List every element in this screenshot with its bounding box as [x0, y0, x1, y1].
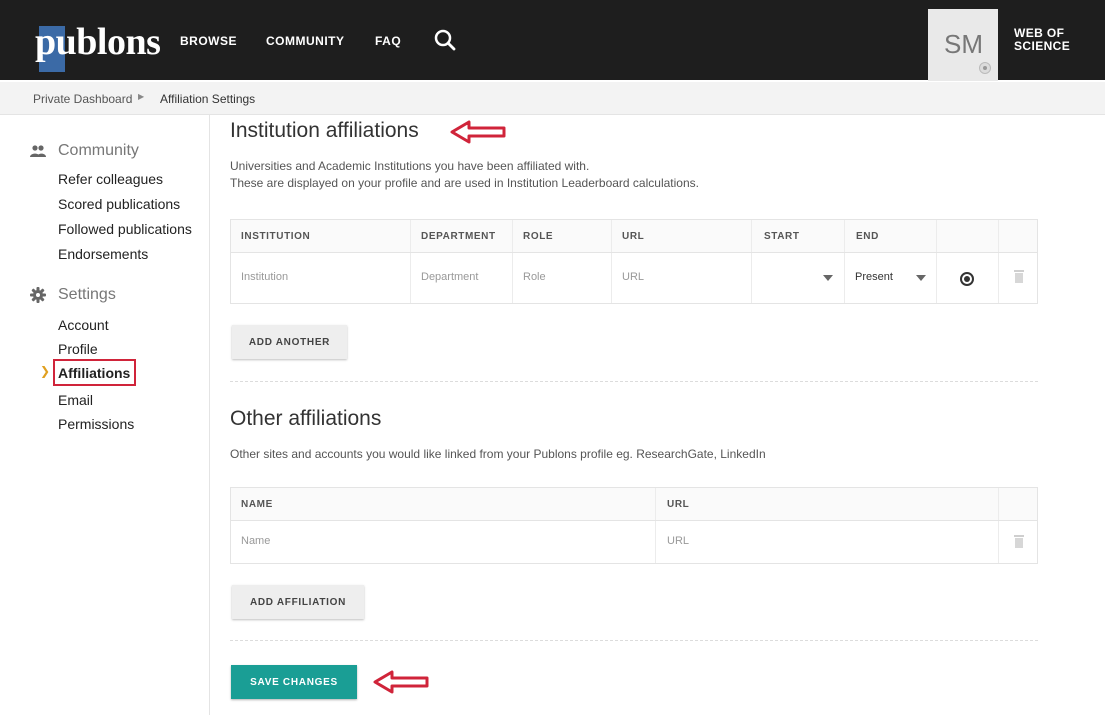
column-header-start: START — [764, 231, 800, 242]
breadcrumb-current: Affiliation Settings — [160, 92, 256, 106]
breadcrumb-dashboard[interactable]: Private Dashboard — [33, 92, 132, 106]
sidebar-item-followed-publications[interactable]: Followed publications — [58, 221, 192, 237]
web-of-science-link[interactable]: WEB OF SCIENCE — [1014, 27, 1070, 53]
name-input[interactable]: Name — [241, 535, 270, 547]
trash-icon[interactable] — [1014, 270, 1024, 283]
wos-line-2: SCIENCE — [1014, 39, 1071, 53]
institution-affiliations-title: Institution affiliations — [230, 119, 419, 142]
column-header-institution: INSTITUTION — [241, 231, 311, 242]
breadcrumb: Private Dashboard ▶ Affiliation Settings — [0, 82, 1105, 115]
avatar-initials: SM — [944, 29, 983, 59]
section-divider — [230, 381, 1038, 382]
sidebar-item-profile[interactable]: Profile — [58, 341, 98, 357]
sidebar-item-scored-publications[interactable]: Scored publications — [58, 196, 180, 212]
column-header-name: NAME — [241, 499, 273, 510]
nav-community[interactable]: COMMUNITY — [266, 34, 345, 48]
department-input[interactable]: Department — [421, 271, 478, 283]
settings-icon — [30, 287, 46, 303]
other-affiliations-table: NAME URL Name URL — [230, 487, 1038, 564]
sidebar-item-endorsements[interactable]: Endorsements — [58, 246, 148, 262]
institution-desc-line-2: These are displayed on your profile and … — [230, 176, 699, 190]
table-row: Institution Department Role URL Present — [231, 253, 1037, 303]
institution-desc-line-1: Universities and Academic Institutions y… — [230, 159, 590, 173]
nav-browse[interactable]: BROWSE — [180, 34, 237, 48]
content-divider — [209, 115, 210, 715]
trash-icon[interactable] — [1014, 535, 1024, 548]
section-divider — [230, 640, 1038, 641]
other-url-input[interactable]: URL — [667, 535, 689, 547]
add-affiliation-button[interactable]: ADD AFFILIATION — [232, 585, 364, 619]
add-another-button[interactable]: ADD ANOTHER — [232, 325, 347, 359]
search-icon[interactable] — [433, 28, 457, 52]
logo-text: publons — [35, 21, 161, 63]
caret-down-icon — [823, 275, 833, 281]
institution-table-header: INSTITUTION DEPARTMENT ROLE URL START EN… — [231, 220, 1037, 253]
institution-description: Universities and Academic Institutions y… — [230, 158, 699, 192]
save-changes-button[interactable]: SAVE CHANGES — [231, 665, 357, 699]
other-table-header: NAME URL — [231, 488, 1037, 521]
start-select[interactable] — [752, 253, 844, 303]
end-select[interactable]: Present — [845, 253, 936, 303]
red-arrow-icon — [373, 670, 429, 694]
avatar[interactable]: SM — [928, 9, 998, 81]
column-header-department: DEPARTMENT — [421, 231, 496, 242]
community-icon — [30, 145, 46, 157]
institution-table: INSTITUTION DEPARTMENT ROLE URL START EN… — [230, 219, 1038, 304]
sidebar-item-permissions[interactable]: Permissions — [58, 416, 134, 432]
column-header-url: URL — [667, 499, 690, 510]
other-description: Other sites and accounts you would like … — [230, 447, 766, 461]
sidebar-item-account[interactable]: Account — [58, 317, 109, 333]
sidebar-item-refer-colleagues[interactable]: Refer colleagues — [58, 171, 163, 187]
chevron-right-icon: ❯ — [40, 364, 51, 378]
end-select-value: Present — [855, 271, 893, 283]
institution-input[interactable]: Institution — [241, 271, 288, 283]
sidebar-item-affiliations[interactable]: Affiliations — [58, 365, 130, 381]
column-header-url: URL — [622, 231, 645, 242]
column-header-role: ROLE — [523, 231, 554, 242]
red-arrow-icon — [450, 120, 506, 144]
chevron-right-icon: ▶ — [138, 92, 145, 101]
primary-affiliation-radio[interactable] — [960, 272, 974, 286]
gear-icon — [979, 62, 991, 74]
table-row: Name URL — [231, 521, 1037, 563]
role-input[interactable]: Role — [523, 271, 546, 283]
column-header-end: END — [856, 231, 879, 242]
sidebar-heading-label: Settings — [58, 286, 116, 303]
nav-faq[interactable]: FAQ — [375, 34, 401, 48]
sidebar-item-email[interactable]: Email — [58, 392, 93, 408]
top-navigation-bar: publons BROWSE COMMUNITY FAQ SM WEB OF S… — [0, 0, 1105, 81]
url-input[interactable]: URL — [622, 271, 644, 283]
caret-down-icon — [916, 275, 926, 281]
sidebar-heading-label: Community — [58, 142, 139, 159]
other-affiliations-title: Other affiliations — [230, 407, 382, 430]
